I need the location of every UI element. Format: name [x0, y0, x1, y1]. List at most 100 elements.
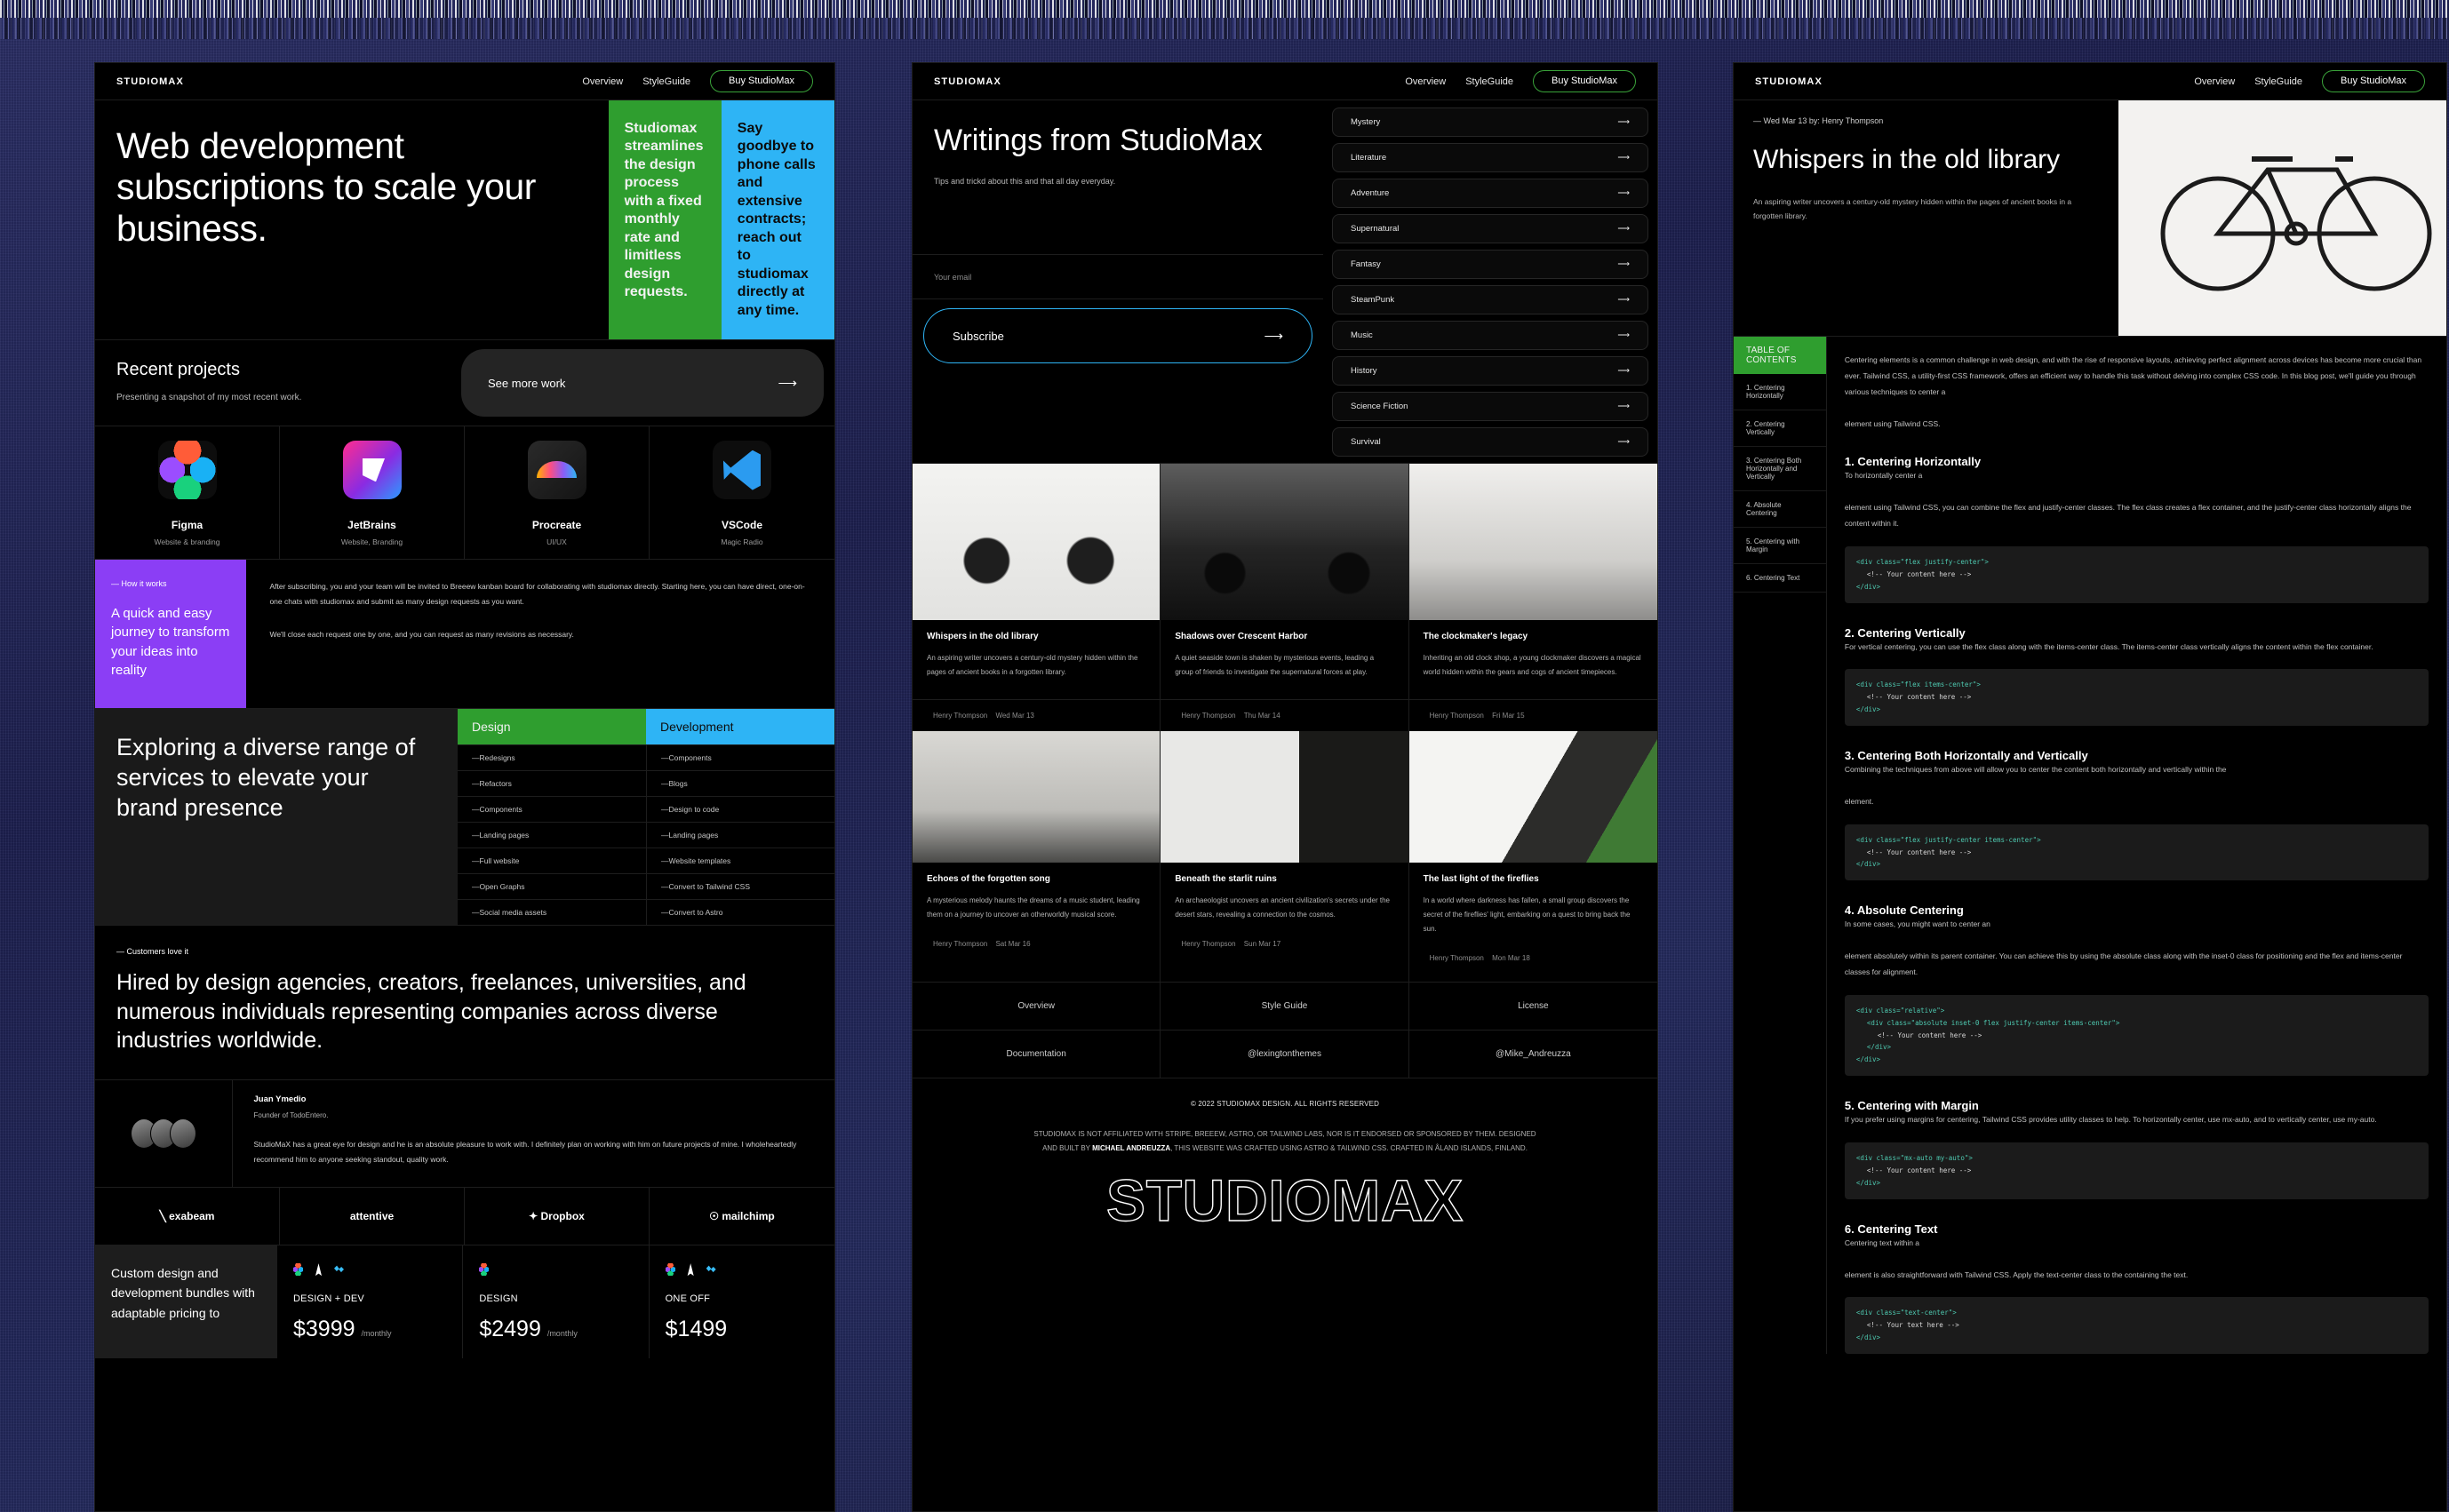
post-card[interactable]: Henry Thompson Wed Mar 13 Echoes of the …: [913, 700, 1161, 982]
nav-link-styleguide[interactable]: StyleGuide: [2254, 76, 2302, 87]
dropbox-icon: ✦: [529, 1210, 541, 1223]
how-it-works-section: — How it works A quick and easy journey …: [95, 560, 834, 710]
footer-link-license[interactable]: License: [1408, 983, 1657, 1031]
category-item-adventure[interactable]: Adventure ⟶: [1332, 179, 1648, 208]
category-item-fantasy[interactable]: Fantasy ⟶: [1332, 250, 1648, 279]
author-name: Henry Thompson: [933, 940, 988, 948]
post-author: Henry Thompson Wed Mar 13: [927, 712, 1145, 720]
footer-link-overview[interactable]: Overview: [913, 983, 1161, 1031]
toc-item-1[interactable]: 1. Centering Horizontally: [1734, 374, 1826, 410]
project-card-vscode[interactable]: VSCode Magic Radio: [650, 426, 834, 559]
footer-link-twitter-lexington[interactable]: @lexingtonthemes: [1161, 1031, 1409, 1078]
section-heading-2: 2. Centering Vertically: [1844, 625, 1966, 640]
category-item-supernatural[interactable]: Supernatural ⟶: [1332, 214, 1648, 243]
section-3-p1: Combining the techniques from above will…: [1844, 765, 2227, 774]
toc-item-2[interactable]: 2. Centering Vertically: [1734, 410, 1826, 447]
post-card[interactable]: Shadows over Crescent Harbor A quiet sea…: [1161, 464, 1409, 699]
buy-studiomax-button[interactable]: Buy StudioMax: [1533, 70, 1636, 92]
post-author: Henry Thompson Thu Mar 14: [1175, 712, 1393, 720]
post-desc: In a world where darkness has fallen, a …: [1423, 896, 1631, 933]
post-hero-text: — Wed Mar 13 by: Henry Thompson Whispers…: [1734, 100, 2118, 336]
nav-link-overview[interactable]: Overview: [1405, 76, 1446, 87]
nav-link-styleguide[interactable]: StyleGuide: [642, 76, 690, 87]
post-title: The last light of the fireflies: [1423, 874, 1539, 884]
article-intro-2: element using Tailwind CSS.: [1844, 418, 1941, 428]
category-item-survival[interactable]: Survival ⟶: [1332, 427, 1648, 457]
footer-link-documentation[interactable]: Documentation: [913, 1031, 1161, 1078]
brand-logo[interactable]: STUDIOMAX: [1755, 76, 1823, 87]
category-item-music[interactable]: Music ⟶: [1332, 321, 1648, 350]
services-section: Exploring a diverse range of services to…: [95, 709, 834, 927]
column-header-design: Design: [458, 709, 646, 745]
code-line-open: <div class="flex justify-center">: [1855, 557, 1989, 566]
code-line-close: </div>: [1855, 1055, 1881, 1064]
post-desc: A mysterious melody haunts the dreams of…: [927, 896, 1140, 919]
category-item-history[interactable]: History ⟶: [1332, 356, 1648, 386]
post-grid-row-1: Whispers in the old library An aspiring …: [913, 464, 1657, 700]
category-item-science-fiction[interactable]: Science Fiction ⟶: [1332, 392, 1648, 421]
bicycle-photo: [913, 464, 1161, 620]
category-item-mystery[interactable]: Mystery ⟶: [1332, 107, 1648, 137]
logo-label: mailchimp: [722, 1210, 775, 1223]
nav-link-overview[interactable]: Overview: [582, 76, 623, 87]
arrow-right-icon: ⟶: [1617, 402, 1630, 411]
pricing-plan-design[interactable]: DESIGN $2499 /monthly: [462, 1245, 648, 1359]
services-intro: Exploring a diverse range of services to…: [95, 709, 458, 926]
toc-item-4[interactable]: 4. Absolute Centering: [1734, 491, 1826, 528]
pricing-plan-one-off[interactable]: ONE OFF $1499: [648, 1245, 834, 1359]
post-date: Thu Mar 14: [1243, 712, 1280, 720]
project-desc: Magic Radio: [721, 537, 763, 547]
code-line-open: <div class="flex items-center">: [1855, 680, 1981, 689]
blog-hero: Writings from StudioMax Tips and trickd …: [913, 100, 1323, 255]
footer-link-style-guide[interactable]: Style Guide: [1161, 983, 1409, 1031]
browser-stage: STUDIOMAX Overview StyleGuide Buy Studio…: [0, 0, 2449, 1512]
post-desc: A quiet seaside town is shaken by myster…: [1175, 654, 1375, 676]
project-card-jetbrains[interactable]: JetBrains Website, Branding: [280, 426, 465, 560]
code-block-2: <div class="flex items-center"> <!-- You…: [1844, 669, 2429, 726]
toc-item-5[interactable]: 5. Centering with Margin: [1734, 528, 1826, 564]
post-grid-row-2: Henry Thompson Wed Mar 13 Echoes of the …: [913, 700, 1657, 983]
category-label: Supernatural: [1351, 224, 1400, 234]
post-title: Shadows over Crescent Harbor: [1175, 632, 1308, 641]
customers-eyebrow: — Customers love it: [116, 947, 189, 957]
author-name: Henry Thompson: [1181, 712, 1236, 720]
post-card[interactable]: Henry Thompson Fri Mar 15 The last light…: [1408, 700, 1657, 982]
toc-item-6[interactable]: 6. Centering Text: [1734, 564, 1826, 593]
arrow-right-icon: ⟶: [778, 376, 797, 392]
project-card-figma[interactable]: Figma Website & branding: [95, 426, 280, 560]
copyright-text: © 2022 STUDIOMAX DESIGN. ALL RIGHTS RESE…: [1190, 1100, 1380, 1108]
logo-mailchimp: ☉ mailchimp: [650, 1188, 834, 1245]
buy-studiomax-button[interactable]: Buy StudioMax: [710, 70, 813, 92]
toc-item-3[interactable]: 3. Centering Both Horizontally and Verti…: [1734, 447, 1826, 491]
pricing-plan-design-dev[interactable]: DESIGN + DEV $3999 /monthly: [276, 1245, 462, 1359]
post-card[interactable]: The clockmaker's legacy Inheriting an ol…: [1408, 464, 1657, 699]
see-more-work-button[interactable]: See more work ⟶: [461, 349, 824, 418]
client-logos-row: ╲ exabeam attentive ✦ Dropbox ☉ mailchim…: [95, 1188, 834, 1246]
code-line-open-2: <div class="absolute inset-0 flex justif…: [1866, 1018, 2120, 1027]
post-hero-section: — Wed Mar 13 by: Henry Thompson Whispers…: [1734, 100, 2446, 337]
bicycle-illustration: [2118, 100, 2446, 331]
project-card-procreate[interactable]: Procreate UI/UX: [465, 426, 650, 560]
nav-link-overview[interactable]: Overview: [2194, 76, 2235, 87]
plan-period: /monthly: [546, 1329, 578, 1339]
post-desc: Inheriting an old clock shop, a young cl…: [1423, 654, 1641, 676]
subscribe-button[interactable]: Subscribe ⟶: [923, 308, 1312, 363]
author-credit-link[interactable]: MICHAEL ANDREUZZA: [1092, 1144, 1170, 1152]
post-card[interactable]: Whispers in the old library An aspiring …: [913, 464, 1161, 699]
email-field[interactable]: Your email: [913, 255, 1323, 299]
category-item-steampunk[interactable]: SteamPunk ⟶: [1332, 285, 1648, 314]
hero-left: Web development subscriptions to scale y…: [95, 100, 609, 339]
brand-logo[interactable]: STUDIOMAX: [116, 76, 184, 87]
nav-link-styleguide[interactable]: StyleGuide: [1465, 76, 1513, 87]
footer-link-twitter-mike[interactable]: @Mike_Andreuzza: [1408, 1031, 1657, 1078]
astro-icon: [687, 1263, 694, 1277]
post-date: Wed Mar 13: [995, 712, 1034, 720]
post-card-body: The clockmaker's legacy Inheriting an ol…: [1409, 620, 1657, 699]
page-title: Web development subscriptions to scale y…: [116, 125, 537, 249]
brand-logo[interactable]: STUDIOMAX: [934, 76, 1001, 87]
post-card[interactable]: Henry Thompson Thu Mar 14 Beneath the st…: [1161, 700, 1409, 982]
category-item-literature[interactable]: Literature ⟶: [1332, 143, 1648, 172]
buy-studiomax-button[interactable]: Buy StudioMax: [2322, 70, 2425, 92]
post-card-body: The last light of the fireflies In a wor…: [1409, 863, 1657, 982]
testimonial-quote: StudioMaX has a great eye for design and…: [253, 1140, 797, 1165]
